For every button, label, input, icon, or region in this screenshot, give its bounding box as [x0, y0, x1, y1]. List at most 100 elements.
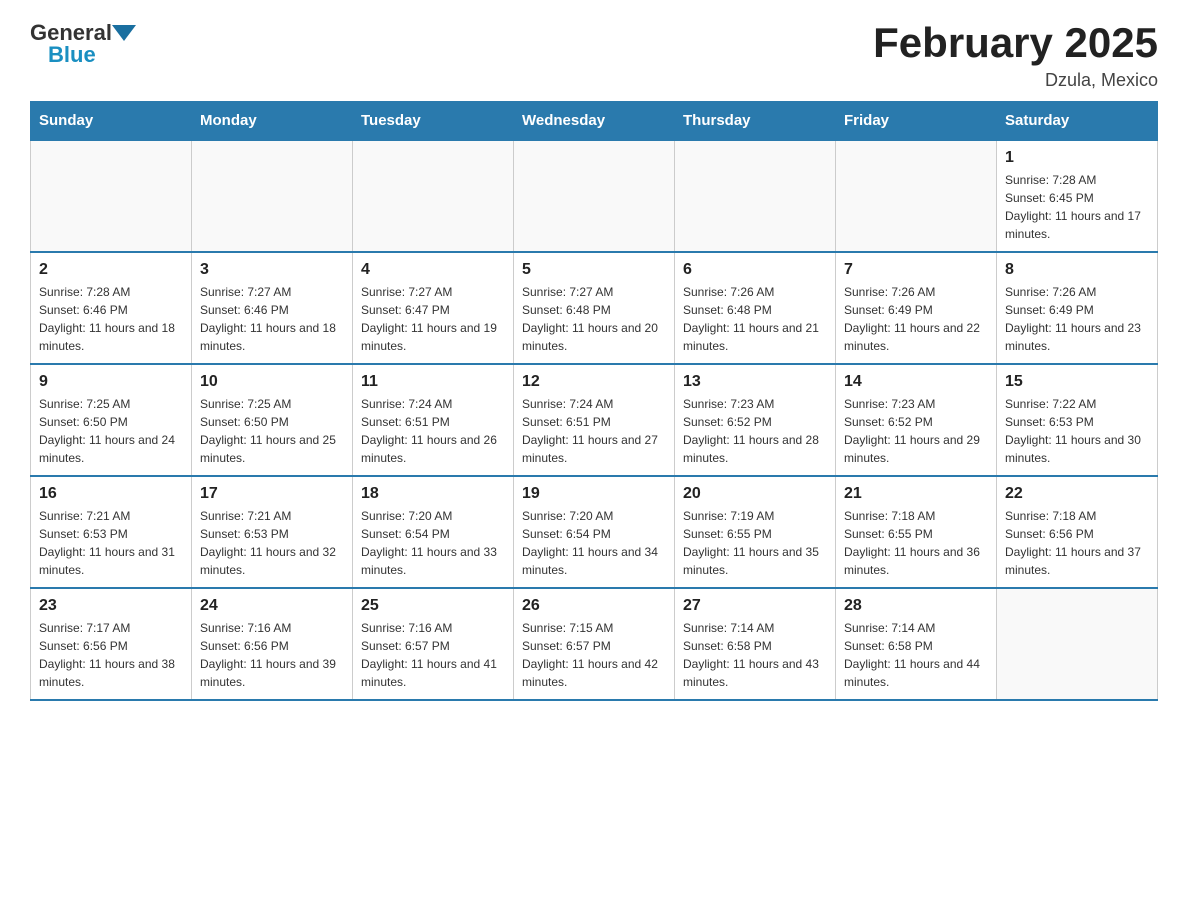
calendar-week-row: 23 Sunrise: 7:17 AMSunset: 6:56 PMDayligh…: [31, 588, 1158, 700]
calendar-cell: 18 Sunrise: 7:20 AMSunset: 6:54 PMDayligh…: [353, 476, 514, 588]
calendar-week-row: 1 Sunrise: 7:28 AMSunset: 6:45 PMDaylight…: [31, 140, 1158, 252]
day-info: Sunrise: 7:24 AMSunset: 6:51 PMDaylight:…: [522, 395, 666, 467]
calendar-cell: 24Sunrise: 7:16 AMSunset: 6:56 PMDayligh…: [192, 588, 353, 700]
weekday-header-sunday: Sunday: [31, 102, 192, 141]
day-number: 6: [683, 261, 827, 279]
day-number: 24: [200, 597, 344, 615]
day-info: Sunrise: 7:16 AMSunset: 6:57 PMDaylight:…: [361, 619, 505, 691]
day-info: Sunrise: 7:25 AMSunset: 6:50 PMDaylight:…: [39, 395, 183, 467]
day-number: 10: [200, 373, 344, 391]
calendar-cell: 3Sunrise: 7:27 AMSunset: 6:46 PMDaylight…: [192, 252, 353, 364]
calendar-cell: 12 Sunrise: 7:24 AMSunset: 6:51 PMDayligh…: [514, 364, 675, 476]
day-info: Sunrise: 7:26 AMSunset: 6:48 PMDaylight:…: [683, 283, 827, 355]
day-info: Sunrise: 7:18 AMSunset: 6:55 PMDaylight:…: [844, 507, 988, 579]
calendar-cell: 23 Sunrise: 7:17 AMSunset: 6:56 PMDayligh…: [31, 588, 192, 700]
day-number: 18: [361, 485, 505, 503]
logo-triangle-icon: [112, 25, 136, 41]
day-info: Sunrise: 7:28 AMSunset: 6:46 PMDaylight:…: [39, 283, 183, 355]
day-info: Sunrise: 7:15 AMSunset: 6:57 PMDaylight:…: [522, 619, 666, 691]
calendar-cell: [353, 140, 514, 252]
weekday-header-monday: Monday: [192, 102, 353, 141]
month-title: February 2025: [873, 20, 1158, 66]
day-number: 15: [1005, 373, 1149, 391]
day-info: Sunrise: 7:21 AMSunset: 6:53 PMDaylight:…: [39, 507, 183, 579]
day-number: 27: [683, 597, 827, 615]
day-info: Sunrise: 7:23 AMSunset: 6:52 PMDaylight:…: [844, 395, 988, 467]
day-number: 19: [522, 485, 666, 503]
day-info: Sunrise: 7:25 AMSunset: 6:50 PMDaylight:…: [200, 395, 344, 467]
day-info: Sunrise: 7:21 AMSunset: 6:53 PMDaylight:…: [200, 507, 344, 579]
day-info: Sunrise: 7:28 AMSunset: 6:45 PMDaylight:…: [1005, 171, 1149, 243]
calendar-cell: [836, 140, 997, 252]
day-number: 23: [39, 597, 183, 615]
weekday-header-thursday: Thursday: [675, 102, 836, 141]
day-info: Sunrise: 7:17 AMSunset: 6:56 PMDaylight:…: [39, 619, 183, 691]
day-info: Sunrise: 7:23 AMSunset: 6:52 PMDaylight:…: [683, 395, 827, 467]
day-info: Sunrise: 7:14 AMSunset: 6:58 PMDaylight:…: [683, 619, 827, 691]
calendar-cell: 5Sunrise: 7:27 AMSunset: 6:48 PMDaylight…: [514, 252, 675, 364]
calendar-cell: 21 Sunrise: 7:18 AMSunset: 6:55 PMDayligh…: [836, 476, 997, 588]
day-number: 21: [844, 485, 988, 503]
day-info: Sunrise: 7:27 AMSunset: 6:48 PMDaylight:…: [522, 283, 666, 355]
calendar-cell: 9 Sunrise: 7:25 AMSunset: 6:50 PMDaylight…: [31, 364, 192, 476]
calendar-cell: 17 Sunrise: 7:21 AMSunset: 6:53 PMDayligh…: [192, 476, 353, 588]
day-info: Sunrise: 7:22 AMSunset: 6:53 PMDaylight:…: [1005, 395, 1149, 467]
calendar-cell: [675, 140, 836, 252]
calendar-cell: 10 Sunrise: 7:25 AMSunset: 6:50 PMDayligh…: [192, 364, 353, 476]
day-number: 16: [39, 485, 183, 503]
day-info: Sunrise: 7:26 AMSunset: 6:49 PMDaylight:…: [844, 283, 988, 355]
day-info: Sunrise: 7:27 AMSunset: 6:46 PMDaylight:…: [200, 283, 344, 355]
day-info: Sunrise: 7:20 AMSunset: 6:54 PMDaylight:…: [361, 507, 505, 579]
calendar-cell: 28 Sunrise: 7:14 AMSunset: 6:58 PMDayligh…: [836, 588, 997, 700]
day-info: Sunrise: 7:27 AMSunset: 6:47 PMDaylight:…: [361, 283, 505, 355]
day-info: Sunrise: 7:26 AMSunset: 6:49 PMDaylight:…: [1005, 283, 1149, 355]
day-info: Sunrise: 7:24 AMSunset: 6:51 PMDaylight:…: [361, 395, 505, 467]
calendar-cell: 22Sunrise: 7:18 AMSunset: 6:56 PMDayligh…: [997, 476, 1158, 588]
day-number: 8: [1005, 261, 1149, 279]
weekday-header-saturday: Saturday: [997, 102, 1158, 141]
calendar-cell: 20Sunrise: 7:19 AMSunset: 6:55 PMDayligh…: [675, 476, 836, 588]
calendar-cell: 4 Sunrise: 7:27 AMSunset: 6:47 PMDaylight…: [353, 252, 514, 364]
day-number: 7: [844, 261, 988, 279]
day-number: 2: [39, 261, 183, 279]
weekday-header-tuesday: Tuesday: [353, 102, 514, 141]
page-header: General Blue February 2025 Dzula, Mexico: [30, 20, 1158, 91]
calendar-cell: 7 Sunrise: 7:26 AMSunset: 6:49 PMDaylight…: [836, 252, 997, 364]
calendar-cell: 2 Sunrise: 7:28 AMSunset: 6:46 PMDaylight…: [31, 252, 192, 364]
day-number: 1: [1005, 149, 1149, 167]
day-number: 28: [844, 597, 988, 615]
calendar-cell: 26 Sunrise: 7:15 AMSunset: 6:57 PMDayligh…: [514, 588, 675, 700]
weekday-header-wednesday: Wednesday: [514, 102, 675, 141]
calendar-cell: [997, 588, 1158, 700]
day-number: 11: [361, 373, 505, 391]
calendar-cell: 25 Sunrise: 7:16 AMSunset: 6:57 PMDayligh…: [353, 588, 514, 700]
calendar-table: SundayMondayTuesdayWednesdayThursdayFrid…: [30, 101, 1158, 701]
day-info: Sunrise: 7:19 AMSunset: 6:55 PMDaylight:…: [683, 507, 827, 579]
day-number: 12: [522, 373, 666, 391]
day-number: 17: [200, 485, 344, 503]
calendar-cell: 6 Sunrise: 7:26 AMSunset: 6:48 PMDaylight…: [675, 252, 836, 364]
calendar-cell: 19 Sunrise: 7:20 AMSunset: 6:54 PMDayligh…: [514, 476, 675, 588]
calendar-week-row: 9 Sunrise: 7:25 AMSunset: 6:50 PMDaylight…: [31, 364, 1158, 476]
logo-blue-text: Blue: [48, 42, 96, 68]
logo: General Blue: [30, 20, 136, 68]
calendar-week-row: 2 Sunrise: 7:28 AMSunset: 6:46 PMDaylight…: [31, 252, 1158, 364]
calendar-week-row: 16 Sunrise: 7:21 AMSunset: 6:53 PMDayligh…: [31, 476, 1158, 588]
calendar-cell: 11 Sunrise: 7:24 AMSunset: 6:51 PMDayligh…: [353, 364, 514, 476]
calendar-cell: [192, 140, 353, 252]
day-number: 25: [361, 597, 505, 615]
day-number: 9: [39, 373, 183, 391]
day-number: 14: [844, 373, 988, 391]
day-info: Sunrise: 7:14 AMSunset: 6:58 PMDaylight:…: [844, 619, 988, 691]
weekday-header-row: SundayMondayTuesdayWednesdayThursdayFrid…: [31, 102, 1158, 141]
calendar-cell: 13 Sunrise: 7:23 AMSunset: 6:52 PMDayligh…: [675, 364, 836, 476]
day-info: Sunrise: 7:20 AMSunset: 6:54 PMDaylight:…: [522, 507, 666, 579]
day-number: 26: [522, 597, 666, 615]
calendar-cell: 16 Sunrise: 7:21 AMSunset: 6:53 PMDayligh…: [31, 476, 192, 588]
day-number: 22: [1005, 485, 1149, 503]
calendar-cell: 1 Sunrise: 7:28 AMSunset: 6:45 PMDaylight…: [997, 140, 1158, 252]
calendar-cell: 8 Sunrise: 7:26 AMSunset: 6:49 PMDaylight…: [997, 252, 1158, 364]
location-text: Dzula, Mexico: [873, 70, 1158, 91]
day-number: 13: [683, 373, 827, 391]
day-number: 4: [361, 261, 505, 279]
